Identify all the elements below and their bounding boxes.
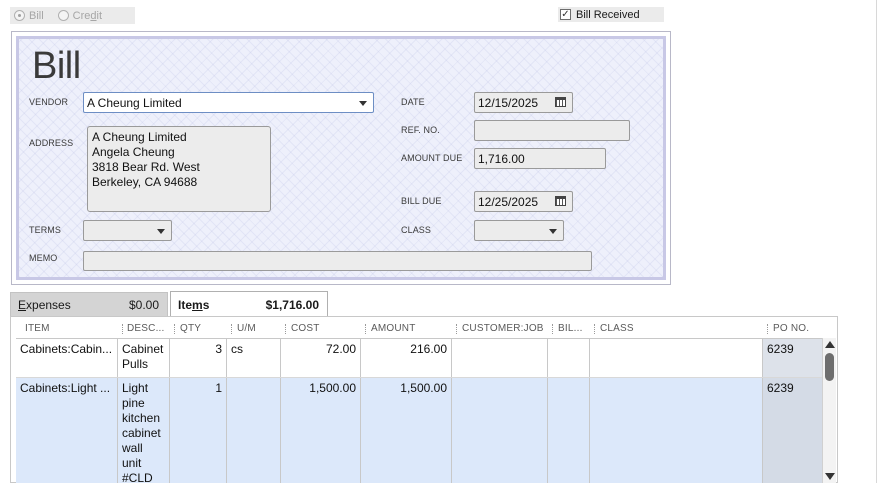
vendor-dropdown[interactable]: A Cheung Limited [83,92,374,113]
bill-radio[interactable]: Bill [10,10,44,22]
cell-qty[interactable]: 3 [170,339,227,377]
bill-radio-indicator[interactable] [14,10,25,21]
column-header-item[interactable]: ITEM [25,323,50,334]
terms-label: TERMS [29,225,61,235]
credit-radio-label: Credit [72,9,103,22]
column-divider[interactable] [552,324,553,334]
scroll-down-arrow-icon[interactable] [825,473,835,480]
date-label: DATE [401,97,425,107]
memo-label: MEMO [29,253,58,263]
cell-billable[interactable] [548,339,590,377]
memo-field[interactable] [83,251,592,271]
address-line: 3818 Bear Rd. West [92,160,200,174]
items-grid: ITEM DESC... QTY U/M COST AMOUNT CUSTOME… [10,316,838,483]
address-field[interactable]: A Cheung Limited Angela Cheung 3818 Bear… [87,126,271,212]
cell-customer-job[interactable] [452,378,548,483]
column-divider[interactable] [365,324,366,334]
column-header-class[interactable]: CLASS [600,323,634,334]
bill-due-value: 12/25/2025 [478,194,539,209]
cell-customer-job[interactable] [452,339,548,377]
grid-header: ITEM DESC... QTY U/M COST AMOUNT CUSTOME… [15,319,835,339]
checkmark-icon[interactable]: ✓ [560,9,571,20]
cell-po-no[interactable]: 6239 [763,339,822,377]
column-divider[interactable] [174,324,175,334]
column-header-cost[interactable]: COST [291,323,320,334]
cell-class[interactable] [590,339,763,377]
column-header-amount[interactable]: AMOUNT [371,323,416,334]
form-title: Bill [32,45,81,87]
cell-cost[interactable]: 72.00 [281,339,361,377]
cell-po-no[interactable]: 6239 [763,378,822,483]
column-divider[interactable] [285,324,286,334]
column-divider[interactable] [456,324,457,334]
column-header-po-no[interactable]: PO NO. [773,323,809,334]
calendar-icon[interactable] [555,196,566,206]
bill-form-panel: Bill VENDOR A Cheung Limited ADDRESS A C… [16,36,666,280]
amount-due-label: AMOUNT DUE [401,153,463,163]
ref-no-label: REF. NO. [401,125,440,135]
cell-amount[interactable]: 1,500.00 [361,378,452,483]
tab-expenses-amount: $0.00 [128,297,159,312]
grid-body: Cabinets:Cabin... Cabinet Pulls 3 cs 72.… [16,338,836,483]
address-line: Angela Cheung [92,145,175,159]
table-row[interactable]: Cabinets:Cabin... Cabinet Pulls 3 cs 72.… [16,338,822,378]
column-header-customer-job[interactable]: CUSTOMER:JOB [462,323,544,334]
cell-item[interactable]: Cabinets:Cabin... [16,339,118,377]
column-header-billable[interactable]: BIL... [558,323,583,334]
cell-um[interactable] [227,378,281,483]
tab-items-amount: $1,716.00 [265,297,319,312]
chevron-down-icon[interactable] [359,100,367,106]
table-row[interactable]: Cabinets:Light ... Light pine kitchen ca… [16,378,822,483]
bill-due-label: BILL DUE [401,196,442,206]
address-line: Berkeley, CA 94688 [92,175,198,189]
cell-qty[interactable]: 1 [170,378,227,483]
tab-expenses-label: Expenses [18,297,71,312]
scroll-up-arrow-icon[interactable] [825,341,835,348]
cell-class[interactable] [590,378,763,483]
amount-due-field[interactable]: 1,716.00 [474,148,606,169]
cell-cost[interactable]: 1,500.00 [281,378,361,483]
tab-items[interactable]: Items $1,716.00 [170,291,328,317]
date-field[interactable]: 12/15/2025 [474,92,573,113]
cell-description[interactable]: Light pine kitchen cabinet wall unit #CL… [118,378,170,483]
ref-no-field[interactable] [474,120,630,141]
vertical-scrollbar[interactable] [822,338,836,483]
vendor-label: VENDOR [29,97,69,107]
bill-type-radio-group: Bill Credit [10,7,135,24]
cell-amount[interactable]: 216.00 [361,339,452,377]
bill-received-checkbox[interactable]: ✓ Bill Received [558,7,664,22]
cell-item[interactable]: Cabinets:Light ... [16,378,118,483]
chevron-down-icon[interactable] [157,228,165,234]
address-line: A Cheung Limited [92,130,187,144]
terms-dropdown[interactable] [83,220,172,241]
class-dropdown[interactable] [474,220,564,241]
tab-items-label: Items [178,297,210,312]
chevron-down-icon[interactable] [549,228,557,234]
credit-radio-indicator[interactable] [57,10,69,21]
column-divider[interactable] [122,324,123,334]
cell-um[interactable]: cs [227,339,281,377]
credit-radio[interactable]: Credit [54,10,102,22]
column-header-description[interactable]: DESC... [127,323,165,334]
cell-billable[interactable] [548,378,590,483]
amount-due-value: 1,716.00 [478,151,525,166]
date-value: 12/15/2025 [478,95,539,110]
column-divider[interactable] [231,324,232,334]
column-divider[interactable] [767,324,768,334]
tab-expenses[interactable]: Expenses $0.00 [10,292,168,316]
class-label: CLASS [401,225,432,235]
bill-form-frame: Bill VENDOR A Cheung Limited ADDRESS A C… [11,31,671,285]
address-label: ADDRESS [29,138,74,148]
column-divider[interactable] [594,324,595,334]
calendar-icon[interactable] [555,97,566,107]
bill-radio-label: Bill [29,9,44,22]
bill-due-field[interactable]: 12/25/2025 [474,191,573,212]
vendor-value: A Cheung Limited [87,95,182,110]
cell-description[interactable]: Cabinet Pulls [118,339,170,377]
column-header-qty[interactable]: QTY [180,323,201,334]
column-header-um[interactable]: U/M [237,323,256,334]
bill-received-label: Bill Received [576,8,640,21]
scrollbar-thumb[interactable] [825,353,834,381]
